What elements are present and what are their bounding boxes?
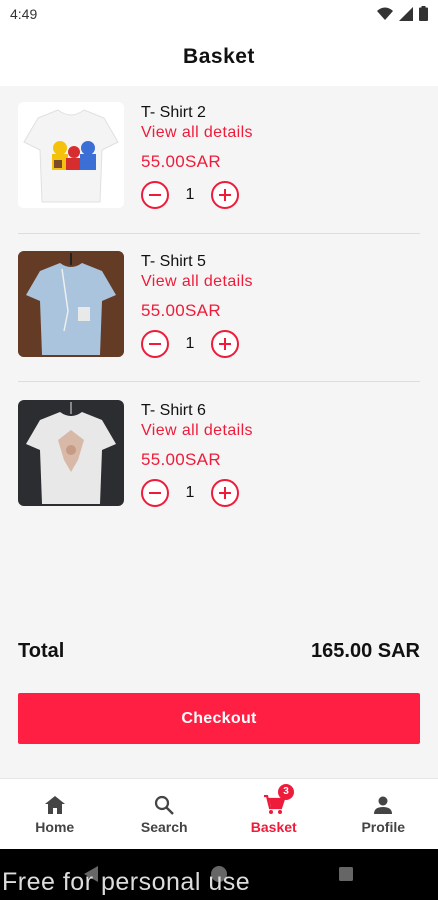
basket-item: T- Shirt 5 View all details 55.00SAR 1 [18, 251, 420, 361]
nav-item-home[interactable]: Home [0, 779, 110, 849]
watermark-text: Free for personal use [2, 868, 251, 896]
product-name: T- Shirt 5 [141, 253, 206, 270]
wifi-icon [377, 7, 393, 20]
product-image[interactable] [18, 400, 124, 506]
product-price: 55.00SAR [141, 450, 221, 469]
bottom-nav: Home Search 3 Basket Profile [0, 778, 438, 849]
home-icon [44, 796, 65, 814]
nav-item-search[interactable]: Search [110, 779, 220, 849]
decrease-quantity-button[interactable] [141, 479, 169, 507]
nav-item-profile[interactable]: Profile [329, 779, 438, 849]
app-header: Basket [0, 28, 438, 86]
decrease-quantity-button[interactable] [141, 330, 169, 358]
nav-label: Home [35, 819, 75, 835]
increase-quantity-button[interactable] [211, 479, 239, 507]
nav-label: Profile [361, 819, 406, 835]
product-price: 55.00SAR [141, 301, 221, 320]
quantity-value: 1 [185, 484, 195, 501]
quantity-stepper: 1 [141, 478, 239, 508]
product-name: T- Shirt 6 [141, 402, 206, 419]
divider [18, 233, 420, 234]
product-name: T- Shirt 2 [141, 104, 206, 121]
quantity-value: 1 [185, 186, 195, 203]
increase-quantity-button[interactable] [211, 181, 239, 209]
product-image[interactable] [18, 251, 124, 357]
page-title: Basket [183, 45, 255, 68]
cart-count-badge: 3 [278, 784, 294, 800]
nav-item-basket[interactable]: 3 Basket [219, 779, 329, 849]
quantity-stepper: 1 [141, 329, 239, 359]
status-time: 4:49 [10, 6, 38, 22]
quantity-value: 1 [185, 335, 195, 352]
status-bar: 4:49 [0, 0, 438, 28]
divider [18, 381, 420, 382]
basket-item: T- Shirt 2 View all details 55.00SAR 1 [18, 102, 420, 212]
product-price: 55.00SAR [141, 152, 221, 171]
search-icon [155, 795, 175, 815]
view-details-link[interactable]: View all details [141, 273, 253, 291]
view-details-link[interactable]: View all details [141, 124, 253, 142]
nav-label: Basket [250, 819, 297, 835]
signal-icon [399, 6, 413, 21]
decrease-quantity-button[interactable] [141, 181, 169, 209]
nav-label: Search [140, 819, 188, 835]
total-value: 165.00 SAR [311, 640, 420, 662]
total-label: Total [18, 640, 65, 662]
basket-item: T- Shirt 6 View all details 55.00SAR 1 [18, 400, 420, 510]
product-image[interactable] [18, 102, 124, 208]
battery-icon [419, 6, 428, 21]
status-icons [377, 6, 428, 21]
view-details-link[interactable]: View all details [141, 422, 253, 440]
total-row: Total 165.00 SAR [18, 640, 420, 663]
recents-icon[interactable] [338, 866, 354, 882]
checkout-button[interactable]: Checkout [18, 693, 420, 744]
person-icon [374, 796, 393, 814]
quantity-stepper: 1 [141, 180, 239, 210]
increase-quantity-button[interactable] [211, 330, 239, 358]
